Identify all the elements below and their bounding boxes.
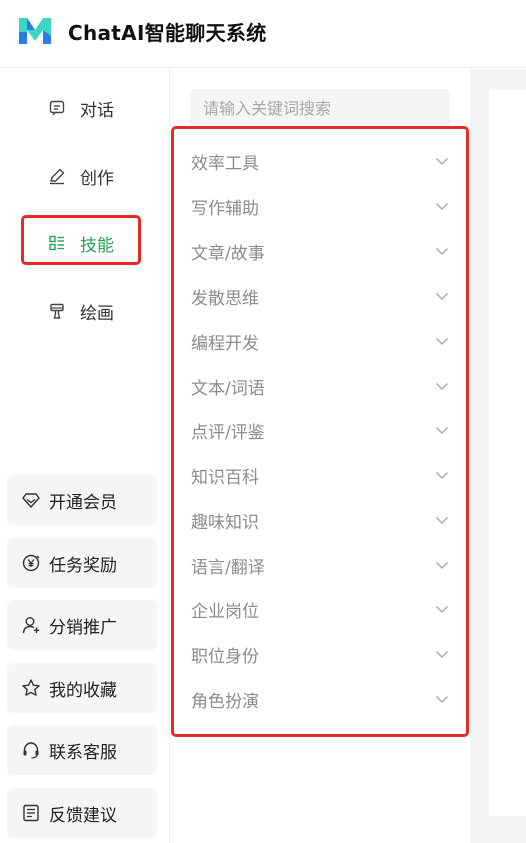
- user-add-icon: [21, 615, 41, 635]
- nav-item-paint[interactable]: 绘画: [48, 296, 114, 326]
- category-label: 趣味知识: [191, 512, 259, 533]
- customer-service-button[interactable]: 联系客服: [7, 725, 157, 775]
- category-item[interactable]: 点评/评鉴: [191, 415, 449, 445]
- app-logo[interactable]: [17, 14, 53, 48]
- chevron-down-icon: [435, 334, 449, 348]
- category-item[interactable]: 知识百科: [191, 460, 449, 490]
- chat-area: [470, 69, 526, 843]
- chevron-down-icon: [435, 602, 449, 616]
- category-item[interactable]: 文章/故事: [191, 236, 449, 266]
- category-item[interactable]: 角色扮演: [191, 684, 449, 714]
- category-label: 编程开发: [191, 333, 259, 354]
- star-icon: [21, 678, 41, 698]
- category-item[interactable]: 编程开发: [191, 326, 449, 356]
- chat-icon: [48, 99, 66, 117]
- nav-item-chat[interactable]: 对话: [48, 93, 114, 123]
- chevron-down-icon: [435, 289, 449, 303]
- distribution-button[interactable]: 分销推广: [7, 600, 157, 650]
- category-item[interactable]: 发散思维: [191, 281, 449, 311]
- vip-button[interactable]: 开通会员: [7, 475, 157, 525]
- category-item[interactable]: 文本/词语: [191, 371, 449, 401]
- nav-item-label: 对话: [80, 100, 114, 121]
- nav-item-skills[interactable]: 技能: [48, 228, 114, 258]
- nav-item-label: 技能: [80, 235, 114, 256]
- chevron-down-icon: [435, 244, 449, 258]
- nav-item-create[interactable]: 创作: [48, 161, 114, 191]
- category-label: 语言/翻译: [191, 557, 265, 578]
- task-reward-button-label: 任务奖励: [49, 555, 117, 576]
- nav-item-label: 绘画: [80, 303, 114, 324]
- chevron-down-icon: [435, 692, 449, 706]
- category-item[interactable]: 写作辅助: [191, 191, 449, 221]
- category-label: 效率工具: [191, 153, 259, 174]
- category-item[interactable]: 职位身份: [191, 639, 449, 669]
- category-item[interactable]: 语言/翻译: [191, 550, 449, 580]
- nav-item-label: 创作: [80, 168, 114, 189]
- chevron-down-icon: [435, 558, 449, 572]
- favorites-button[interactable]: 我的收藏: [7, 663, 157, 713]
- feedback-button-label: 反馈建议: [49, 805, 117, 826]
- category-label: 点评/评鉴: [191, 422, 265, 443]
- category-label: 发散思维: [191, 288, 259, 309]
- diamond-icon: [21, 490, 41, 510]
- chevron-down-icon: [435, 513, 449, 527]
- chevron-down-icon: [435, 647, 449, 661]
- category-label: 角色扮演: [191, 691, 259, 712]
- category-label: 知识百科: [191, 467, 259, 488]
- chat-card: [489, 90, 526, 816]
- favorites-button-label: 我的收藏: [49, 680, 117, 701]
- category-label: 文章/故事: [191, 243, 265, 264]
- task-reward-button[interactable]: 任务奖励: [7, 538, 157, 588]
- category-label: 写作辅助: [191, 198, 259, 219]
- chevron-down-icon: [435, 423, 449, 437]
- chevron-down-icon: [435, 468, 449, 482]
- category-label: 文本/词语: [191, 378, 265, 399]
- app-title: ChatAI智能聊天系统: [68, 21, 267, 45]
- category-item[interactable]: 企业岗位: [191, 594, 449, 624]
- vip-button-label: 开通会员: [49, 492, 117, 513]
- app-header: ChatAI智能聊天系统: [0, 0, 526, 68]
- category-item[interactable]: 趣味知识: [191, 505, 449, 535]
- coin-icon: [21, 553, 41, 573]
- sidebar: 对话 创作 技能 绘画 开通会员 任务奖励 分销推广 我的收藏 联系客服 反馈建…: [0, 69, 170, 843]
- chevron-down-icon: [435, 379, 449, 393]
- customer-service-button-label: 联系客服: [49, 742, 117, 763]
- paintbrush-icon: [48, 302, 66, 320]
- chevron-down-icon: [435, 199, 449, 213]
- category-label: 职位身份: [191, 646, 259, 667]
- pencil-icon: [48, 167, 66, 185]
- category-label: 企业岗位: [191, 601, 259, 622]
- skills-list-icon: [48, 234, 66, 252]
- feedback-button[interactable]: 反馈建议: [7, 788, 157, 838]
- search-input[interactable]: [190, 89, 450, 127]
- distribution-button-label: 分销推广: [49, 617, 117, 638]
- chevron-down-icon: [435, 154, 449, 168]
- category-item[interactable]: 效率工具: [191, 146, 449, 176]
- headset-icon: [21, 740, 41, 760]
- skills-panel: 效率工具写作辅助文章/故事发散思维编程开发文本/词语点评/评鉴知识百科趣味知识语…: [171, 69, 470, 843]
- feedback-icon: [21, 803, 41, 823]
